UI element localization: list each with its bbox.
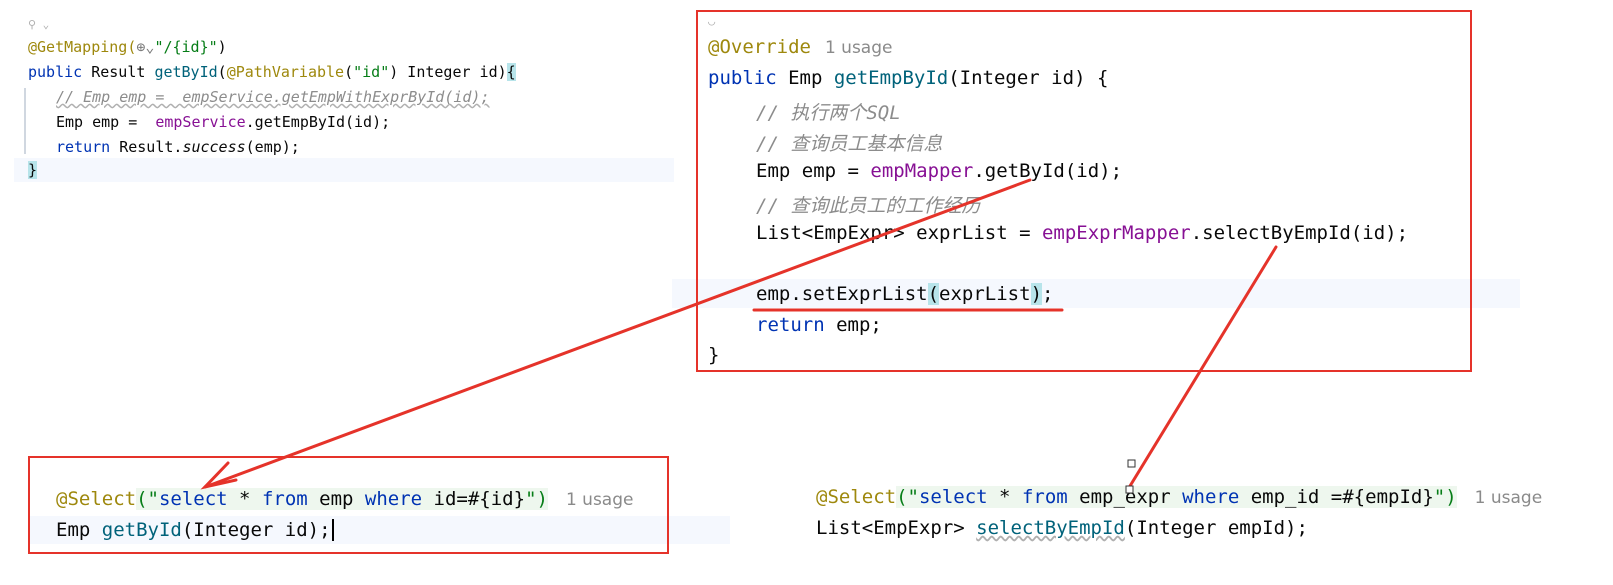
arrow-selectbyempid [1128,245,1278,488]
resize-handle[interactable] [1127,459,1136,468]
resize-handle[interactable] [1125,485,1134,494]
arrow-getbyid [203,178,1032,489]
annotation-overlay [200,178,1278,494]
arrowhead-getbyid [200,461,238,490]
